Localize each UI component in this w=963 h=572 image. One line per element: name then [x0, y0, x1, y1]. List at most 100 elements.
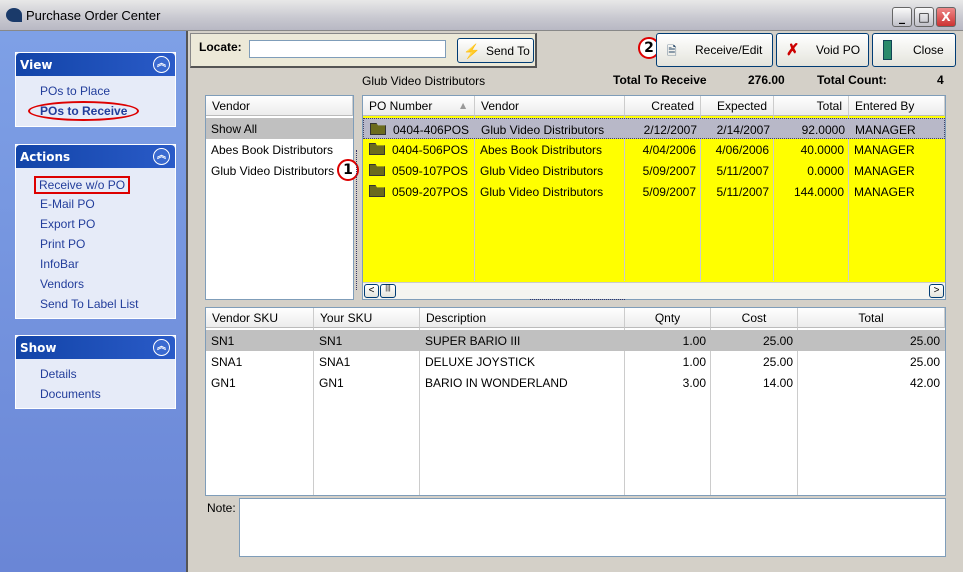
po-cell: 2/14/2007 — [716, 123, 770, 137]
po-cell: 5/09/2007 — [642, 185, 696, 199]
item-cell: DELUXE JOYSTICK — [425, 355, 536, 369]
sidebar-item-documents[interactable]: Documents — [40, 387, 101, 401]
items-grid: Vendor SKU Your SKU Description Qnty Cost Tot… — [205, 307, 946, 496]
lightning-icon: ⚡ — [463, 43, 481, 59]
vendor-item[interactable]: Abes Book Distributors — [206, 139, 353, 160]
item-row[interactable]: GN1 GN1 BARIO IN WONDERLAND 3.00 14.00 42.00 — [206, 372, 945, 393]
po-row[interactable]: 0509-207POS Glub Video Distributors 5/09/2… — [363, 181, 945, 202]
po-row[interactable]: 0404-506POS Abes Book Distributors 4/04/20… — [363, 139, 945, 160]
collapse-chevron-icon[interactable]: ︽ — [153, 339, 170, 356]
column-header[interactable]: PO Number — [363, 96, 475, 116]
column-header[interactable]: Description — [420, 308, 625, 328]
po-cell: MANAGER — [855, 123, 916, 137]
view-panel-title: View — [20, 58, 53, 72]
vertical-splitter[interactable] — [356, 150, 359, 290]
po-cell: Abes Book Distributors — [480, 143, 603, 157]
po-cell: 0404-406POS — [393, 123, 470, 137]
po-cell: Glub Video Distributors — [480, 164, 604, 178]
item-row[interactable]: SN1 SN1 SUPER BARIO III 1.00 25.00 25.00 — [206, 330, 945, 351]
item-cell: 42.00 — [909, 376, 940, 390]
sidebar-item-print-po[interactable]: Print PO — [40, 237, 85, 251]
po-cell: 92.0000 — [801, 123, 845, 137]
column-header[interactable]: Vendor SKU — [206, 308, 314, 328]
sidebar-item-receive-without-po[interactable]: Receive w/o PO — [34, 176, 131, 194]
column-header[interactable]: Expected — [701, 96, 774, 116]
void-x-icon: ✗ — [786, 42, 800, 59]
maximize-button[interactable]: □ — [914, 7, 934, 27]
folder-icon — [369, 185, 385, 197]
po-cell: 0509-107POS — [392, 164, 469, 178]
column-header[interactable]: Total — [798, 308, 945, 328]
item-cell: 25.00 — [909, 334, 940, 348]
folder-icon — [369, 164, 385, 176]
sidebar-item-pos-to-receive[interactable]: POs to Receive — [28, 101, 140, 121]
note-textarea[interactable] — [239, 498, 946, 557]
sort-ascending-icon: ▲ — [460, 101, 467, 110]
collapse-chevron-icon[interactable]: ︽ — [153, 56, 170, 73]
column-header[interactable]: Total — [774, 96, 849, 116]
window-title: Purchase Order Center — [26, 8, 161, 23]
column-header[interactable]: Your SKU — [314, 308, 420, 328]
scroll-right-button[interactable]: > — [929, 284, 944, 298]
po-cell: 4/06/2006 — [715, 143, 769, 157]
total-to-receive-value: 276.00 — [748, 73, 785, 87]
void-po-button[interactable]: ✗ Void PO — [776, 33, 869, 67]
total-count-label: Total Count: — [817, 73, 887, 87]
sidebar-item-infobar[interactable]: InfoBar — [40, 257, 79, 271]
receive-edit-label: Receive/Edit — [695, 43, 763, 57]
minimize-button[interactable]: _ — [892, 7, 912, 27]
column-header[interactable]: Entered By — [849, 96, 945, 116]
actions-panel-title: Actions — [20, 150, 71, 164]
po-cell: MANAGER — [854, 164, 915, 178]
po-cell: 2/12/2007 — [643, 123, 697, 137]
locate-label: Locate: — [199, 40, 242, 54]
sidebar-item-details[interactable]: Details — [40, 367, 77, 381]
po-cell: 5/11/2007 — [716, 164, 770, 178]
item-cell: GN1 — [319, 376, 344, 390]
vendor-item-show-all[interactable]: Show All — [206, 118, 353, 139]
item-cell: 14.00 — [762, 376, 793, 390]
send-to-button[interactable]: ⚡ Send To — [457, 38, 534, 63]
po-cell: 0.0000 — [807, 164, 844, 178]
po-cell: 144.0000 — [793, 185, 844, 199]
close-window-button[interactable]: X — [936, 7, 956, 27]
show-panel: Show ︽ Details Documents — [15, 335, 176, 409]
note-label: Note: — [207, 501, 236, 515]
item-cell: GN1 — [211, 376, 236, 390]
column-header[interactable]: Cost — [711, 308, 798, 328]
item-cell: SN1 — [319, 334, 343, 348]
item-cell: BARIO IN WONDERLAND — [425, 376, 568, 390]
vendor-item[interactable]: Glub Video Distributors — [206, 160, 353, 181]
exit-door-icon — [883, 40, 892, 60]
sidebar-item-export-po[interactable]: Export PO — [40, 217, 95, 231]
collapse-chevron-icon[interactable]: ︽ — [153, 148, 170, 165]
scroll-left-button[interactable]: < — [364, 284, 379, 298]
document-icon: 🗎 — [667, 44, 677, 58]
sidebar-item-pos-to-place[interactable]: POs to Place — [40, 84, 110, 98]
horizontal-scrollbar[interactable]: < ||| > — [363, 282, 945, 299]
item-cell: 1.00 — [682, 334, 706, 348]
po-cell: 0404-506POS — [392, 143, 469, 157]
vendor-list-header[interactable]: Vendor — [206, 96, 353, 116]
actions-panel: Actions ︽ Receive w/o PO E-Mail PO Export… — [15, 144, 176, 319]
scroll-thumb[interactable]: ||| — [380, 284, 396, 298]
po-row[interactable]: 0509-107POS Glub Video Distributors 5/09/2… — [363, 160, 945, 181]
item-cell: 3.00 — [682, 376, 706, 390]
total-count-value: 4 — [937, 73, 944, 87]
sidebar-item-email-po[interactable]: E-Mail PO — [40, 197, 95, 211]
po-grid: PO Number Vendor Created Expected Total Enter… — [362, 95, 946, 300]
column-header[interactable]: Vendor — [475, 96, 625, 116]
vendor-list: Vendor Show All Abes Book Distributors G… — [205, 95, 354, 300]
po-row[interactable]: 0404-406POS Glub Video Distributors 2/12/2… — [363, 118, 945, 139]
sidebar-item-send-to-label-list[interactable]: Send To Label List — [40, 297, 139, 311]
column-header[interactable]: Created — [625, 96, 701, 116]
sidebar-item-vendors[interactable]: Vendors — [40, 277, 84, 291]
item-row[interactable]: SNA1 SNA1 DELUXE JOYSTICK 1.00 25.00 25.00 — [206, 351, 945, 372]
sidebar: View ︽ POs to Place POs to Receive Action… — [0, 31, 188, 572]
horizontal-splitter[interactable] — [530, 299, 625, 304]
locate-input[interactable] — [249, 40, 446, 58]
column-header[interactable]: Qnty — [625, 308, 711, 328]
selected-vendor: Glub Video Distributors — [362, 74, 486, 88]
receive-edit-button[interactable]: 🗎 Receive/Edit — [656, 33, 773, 67]
close-button[interactable]: Close — [872, 33, 956, 67]
